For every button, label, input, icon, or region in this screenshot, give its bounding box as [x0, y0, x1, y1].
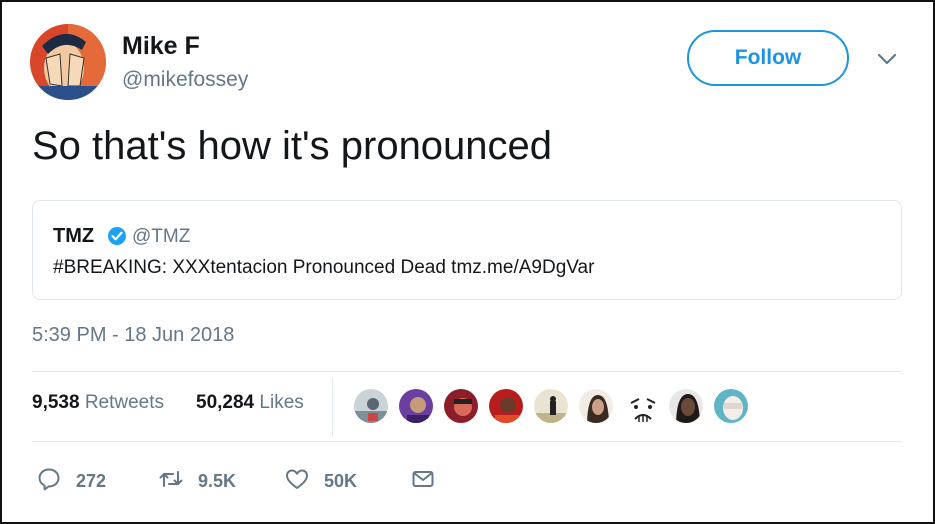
- liker-avatar[interactable]: [352, 387, 390, 425]
- reply-button[interactable]: 272: [36, 466, 106, 497]
- tweet-header: Mike F @mikefossey Follow: [30, 24, 910, 104]
- retweets-label: Retweets: [84, 392, 165, 413]
- quoted-text: #BREAKING: XXXtentacion Pronounced Dead …: [53, 257, 595, 278]
- follow-button[interactable]: Follow: [687, 30, 849, 86]
- like-count: 50K: [324, 471, 358, 491]
- liker-avatar[interactable]: [532, 387, 570, 425]
- retweet-icon: [158, 466, 184, 497]
- divider: [32, 441, 902, 442]
- liker-avatar[interactable]: [667, 387, 705, 425]
- chevron-down-icon[interactable]: [876, 48, 898, 70]
- retweets-count: 9,538: [32, 392, 80, 413]
- quoted-display-name: TMZ: [53, 225, 95, 247]
- retweet-button[interactable]: 9.5K: [158, 466, 236, 497]
- quoted-handle: @TMZ: [132, 226, 191, 247]
- reply-icon: [36, 466, 62, 497]
- likes-count: 50,284: [196, 392, 255, 413]
- liker-avatar[interactable]: [442, 387, 480, 425]
- tweet-timestamp[interactable]: 5:39 PM - 18 Jun 2018: [32, 324, 234, 347]
- retweet-count: 9.5K: [198, 471, 237, 491]
- heart-icon: [284, 466, 310, 497]
- display-name[interactable]: Mike F: [122, 32, 200, 61]
- quoted-tweet[interactable]: TMZ @TMZ #BREAKING: XXXtentacion Pronoun…: [32, 200, 902, 300]
- retweets-stat[interactable]: 9,538 Retweets: [32, 392, 164, 414]
- liker-avatar[interactable]: [712, 387, 750, 425]
- like-button[interactable]: 50K: [284, 466, 357, 497]
- tweet-actions: 272 9.5K 50K: [36, 466, 636, 496]
- likes-label: Likes: [259, 392, 304, 413]
- liker-avatar[interactable]: [577, 387, 615, 425]
- reply-count: 272: [76, 471, 107, 491]
- liker-avatars: [352, 387, 772, 425]
- envelope-icon: [410, 466, 436, 497]
- direct-message-button[interactable]: [410, 466, 436, 497]
- stats-separator: [332, 378, 333, 436]
- liker-avatar[interactable]: [397, 387, 435, 425]
- liker-avatar[interactable]: [622, 387, 660, 425]
- tweet-text: So that's how it's pronounced: [32, 124, 553, 168]
- likes-stat[interactable]: 50,284 Likes: [196, 392, 304, 414]
- divider: [32, 371, 902, 372]
- avatar[interactable]: [30, 24, 106, 100]
- verified-badge-icon: [107, 226, 127, 246]
- liker-avatar[interactable]: [487, 387, 525, 425]
- user-handle[interactable]: @mikefossey: [122, 68, 248, 92]
